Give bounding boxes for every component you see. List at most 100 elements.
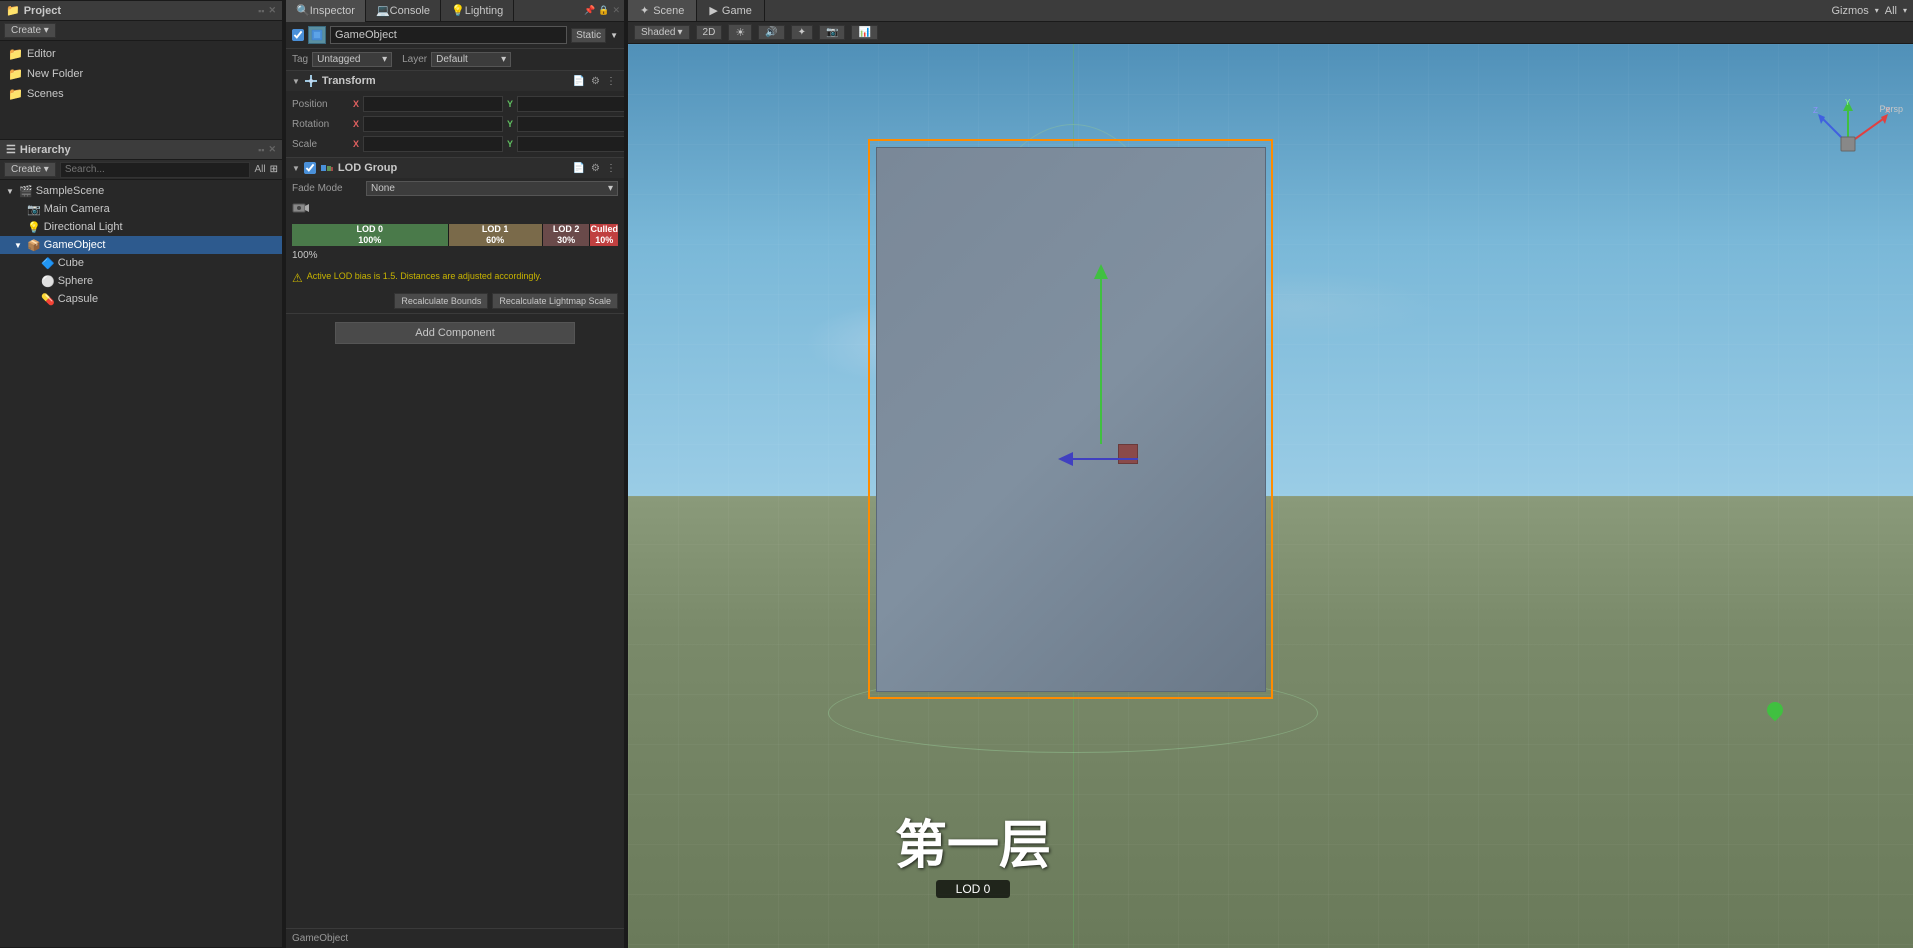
all-label[interactable]: All: [1885, 5, 1897, 17]
hierarchy-panel-header: ☰ Hierarchy ▪▪ ✕: [0, 140, 282, 160]
lod-object-3d[interactable]: [876, 147, 1266, 692]
new-folder-label: New Folder: [27, 68, 83, 80]
lod0-pct: 100%: [358, 235, 381, 246]
tab-scene[interactable]: ✦ Scene: [628, 0, 697, 21]
recalc-lightmap-button[interactable]: Recalculate Lightmap Scale: [492, 293, 618, 309]
go-type-icon: [308, 26, 326, 44]
inspector-pin-icon[interactable]: 📌: [584, 5, 595, 16]
rot-x-input[interactable]: 0: [363, 116, 503, 132]
transform-header[interactable]: ▼ Transform 📄 ⚙ ⋮: [286, 71, 624, 91]
inspector-close-icon[interactable]: ✕: [612, 5, 620, 16]
project-panel-close[interactable]: ✕: [268, 5, 276, 16]
lighting-toggle-btn[interactable]: ☀: [728, 24, 752, 41]
tag-layer-row: Tag Untagged ▾ Layer Default ▾: [286, 49, 624, 71]
hierarchy-item-sample-scene[interactable]: ▼ 🎬 SampleScene: [0, 182, 282, 200]
project-item-new-folder[interactable]: 📁 New Folder: [4, 65, 278, 83]
tab-console[interactable]: 💻 Console: [366, 0, 441, 22]
project-create-button[interactable]: Create ▾: [4, 23, 56, 38]
shaded-dropdown-btn[interactable]: Shaded ▾: [634, 25, 690, 40]
lod-active-checkbox[interactable]: [304, 162, 316, 174]
position-label: Position: [292, 99, 347, 110]
effects-toggle-btn[interactable]: ✦: [791, 25, 813, 40]
rot-y-label: Y: [505, 119, 515, 129]
game-tab-icon: ▶: [709, 4, 717, 17]
audio-toggle-btn[interactable]: 🔊: [758, 25, 784, 40]
sphere-icon: ⚪: [41, 275, 55, 288]
gizmos-dropdown[interactable]: ▾: [1875, 6, 1879, 15]
rotation-group: X 0 Y 0 Z 0: [351, 116, 624, 132]
lod-settings-btn[interactable]: ⚙: [589, 163, 602, 174]
transform-icon: [304, 74, 318, 88]
hierarchy-item-capsule[interactable]: 💊 Capsule: [0, 290, 282, 308]
sample-scene-arrow: ▼: [6, 187, 16, 196]
hierarchy-item-directional-light[interactable]: 💡 Directional Light: [0, 218, 282, 236]
pos-y-input[interactable]: 0: [517, 96, 624, 112]
static-button[interactable]: Static: [571, 28, 606, 43]
gameobject-name-input[interactable]: GameObject: [330, 26, 567, 44]
2d-button[interactable]: 2D: [696, 25, 723, 40]
hierarchy-search-input[interactable]: [60, 162, 251, 178]
recalc-bounds-button[interactable]: Recalculate Bounds: [394, 293, 488, 309]
tab-inspector[interactable]: 🔍 Inspector: [286, 0, 366, 22]
gizmos-label[interactable]: Gizmos: [1831, 5, 1868, 17]
inspector-tabs: 🔍 Inspector 💻 Console 💡 Lighting 📌 🔒 ✕: [286, 0, 624, 22]
all-dropdown[interactable]: ▾: [1903, 6, 1907, 15]
hierarchy-item-game-object[interactable]: ▼ 📦 GameObject: [0, 236, 282, 254]
hierarchy-content: ▼ 🎬 SampleScene 📷 Main Camera 💡 Directio…: [0, 180, 282, 947]
pos-x-input[interactable]: 0: [363, 96, 503, 112]
lod-segment-1[interactable]: LOD 1 60%: [449, 224, 543, 246]
inspector-lock-icon[interactable]: 🔒: [598, 5, 609, 16]
lod-segment-culled[interactable]: Culled 10%: [590, 224, 618, 246]
lod-camera-row: [286, 199, 624, 220]
lod1-pct: 60%: [486, 235, 504, 246]
cube-label: Cube: [58, 257, 84, 269]
rot-y-input[interactable]: 0: [517, 116, 624, 132]
add-component-area: Add Component: [286, 314, 624, 352]
lod-script-btn[interactable]: 📄: [571, 163, 587, 174]
hierarchy-filter-icon[interactable]: ⊞: [270, 164, 278, 175]
scale-x-label: X: [351, 139, 361, 149]
fade-mode-dropdown[interactable]: None ▾: [366, 181, 618, 196]
project-item-scenes[interactable]: 📁 Scenes: [4, 85, 278, 103]
scale-x-input[interactable]: 1: [363, 136, 503, 152]
stats-btn[interactable]: 📊: [851, 25, 877, 40]
transform-menu-btn[interactable]: ⋮: [604, 76, 618, 87]
hierarchy-item-main-camera[interactable]: 📷 Main Camera: [0, 200, 282, 218]
lod2-label: LOD 2: [553, 224, 580, 235]
game-object-icon: 📦: [27, 239, 41, 252]
scene-viewport[interactable]: 第一层 LOD 0 X Y Z: [628, 44, 1913, 948]
scale-y-label: Y: [505, 139, 515, 149]
transform-script-btn[interactable]: 📄: [571, 76, 587, 87]
go-active-checkbox[interactable]: [292, 29, 304, 41]
view-label: Persp: [1879, 104, 1903, 114]
tag-dropdown[interactable]: Untagged ▾: [312, 52, 392, 67]
add-component-button[interactable]: Add Component: [335, 322, 575, 344]
scene-tab-label: Scene: [653, 5, 684, 17]
lod-segment-2[interactable]: LOD 2 30%: [543, 224, 591, 246]
camera-btn[interactable]: 📷: [819, 25, 845, 40]
lod-group-component: ▼ LOD Group 📄 ⚙ ⋮ Fad: [286, 158, 624, 314]
layer-dropdown[interactable]: Default ▾: [431, 52, 511, 67]
project-panel-resize: ▪▪: [258, 6, 264, 16]
lod-group-header[interactable]: ▼ LOD Group 📄 ⚙ ⋮: [286, 158, 624, 178]
project-item-editor[interactable]: 📁 Editor: [4, 45, 278, 63]
tab-lighting[interactable]: 💡 Lighting: [441, 0, 514, 22]
hierarchy-item-sphere[interactable]: ⚪ Sphere: [0, 272, 282, 290]
lod-menu-btn[interactable]: ⋮: [604, 163, 618, 174]
lod-group-icon: [320, 161, 334, 175]
hierarchy-close[interactable]: ✕: [268, 144, 276, 155]
rotation-row: Rotation X 0 Y 0 Z: [292, 115, 618, 133]
lighting-tab-label: Lighting: [465, 5, 504, 17]
hierarchy-create-button[interactable]: Create ▾: [4, 162, 56, 177]
fade-mode-label: Fade Mode: [292, 183, 362, 194]
scale-y-input[interactable]: 1: [517, 136, 624, 152]
scene-tab-icon: ✦: [640, 4, 649, 17]
static-dropdown-arrow[interactable]: ▼: [610, 31, 618, 40]
lod-segment-0[interactable]: LOD 0 100%: [292, 224, 449, 246]
shaded-arrow: ▾: [677, 27, 682, 38]
hierarchy-item-cube[interactable]: 🔷 Cube: [0, 254, 282, 272]
tab-game[interactable]: ▶ Game: [697, 0, 764, 21]
transform-settings-btn[interactable]: ⚙: [589, 76, 602, 87]
warning-text: Active LOD bias is 1.5. Distances are ad…: [307, 271, 542, 281]
hierarchy-all-label[interactable]: All: [254, 164, 265, 175]
